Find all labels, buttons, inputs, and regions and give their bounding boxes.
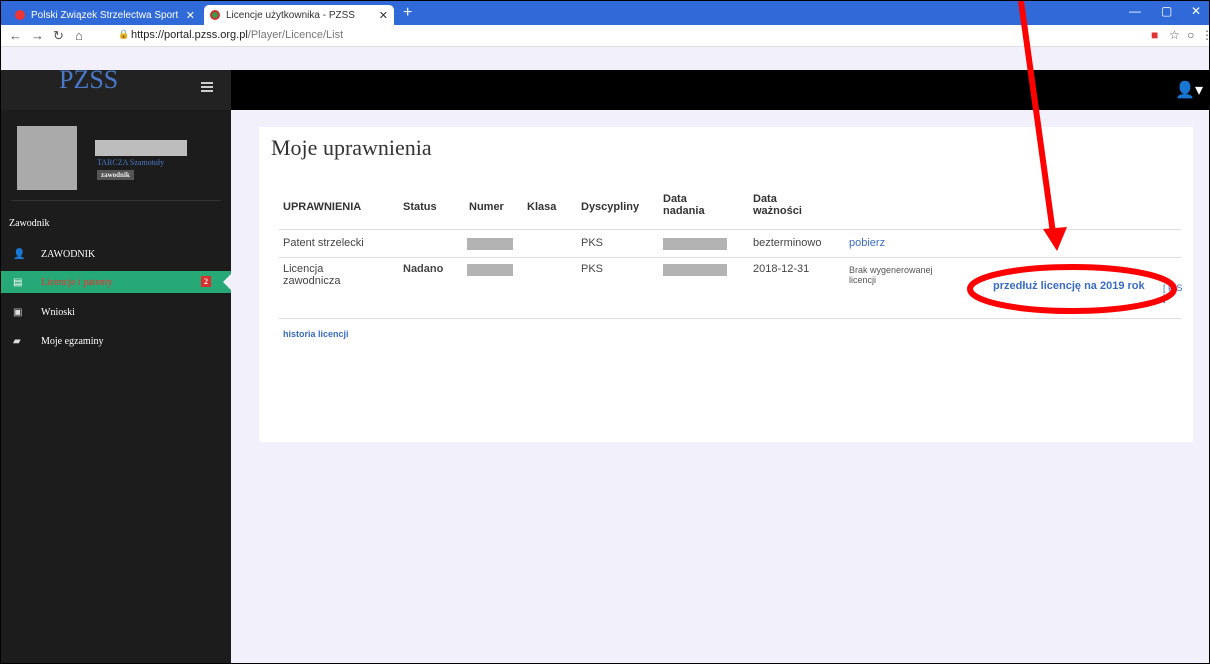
app-topbar: 👤▾ [231,70,1209,110]
maximize-icon[interactable]: ▢ [1161,4,1172,18]
divider [279,257,1181,258]
tab-title: Polski Związek Strzelectwa Sport [31,9,179,21]
url-domain: https://portal.pzss.org.pl [131,29,248,41]
column-header: Klasa [527,201,557,213]
window-close-icon[interactable]: ✕ [1191,4,1201,18]
reload-icon[interactable]: ↻ [53,28,64,44]
cell-uprawnienia: Licencja zawodnicza [283,263,341,287]
history-link[interactable]: historia licencji [283,329,349,339]
browser-window: Polski Związek Strzelectwa Sport ✕ Licen… [0,0,1210,664]
renew-licence-link[interactable]: przedłuż licencję na 2019 rok [993,280,1145,292]
divider [279,229,1181,230]
address-bar: ← → ↻ ⌂ 🔒 https://portal.pzss.org.pl/Pla… [1,25,1209,47]
sidebar-item-label: ZAWODNIK [41,248,96,260]
form-icon: ▣ [13,306,23,318]
minimize-icon[interactable]: — [1129,4,1141,18]
avatar [17,126,77,190]
column-header: Numer [469,201,504,213]
opera-icon[interactable]: ○ [1187,28,1194,42]
sidebar-item-label: Wnioski [41,306,75,318]
user-icon: 👤 [13,248,26,260]
bookmark-star-icon[interactable]: ☆ [1169,28,1180,42]
sidebar-item-label: Moje egzaminy [41,335,104,347]
extra-link[interactable]: [ P S ] [1163,283,1183,303]
close-tab-icon[interactable]: ✕ [379,9,388,22]
licence-note: Brak wygenerowanej licencji [849,265,933,285]
column-header: Data ważności [753,193,802,217]
url-path: /Player/Licence/List [247,29,344,41]
sidebar-item-wnioski[interactable]: ▣ Wnioski [1,301,231,323]
cell-status: Nadano [403,263,444,275]
pzss-favicon-icon [15,10,25,20]
divider [11,200,221,201]
cell-dyscypliny: PKS [581,263,604,275]
column-header: Dyscypliny [581,201,640,213]
back-icon[interactable]: ← [9,28,22,43]
redacted-numer [467,264,513,276]
tab-pzss-home[interactable]: Polski Związek Strzelectwa Sport ✕ [9,5,201,25]
pzss-favicon-icon [210,10,220,20]
active-pointer [223,274,231,290]
close-tab-icon[interactable]: ✕ [186,9,195,22]
sidebar-item-egzaminy[interactable]: ▰ Moje egzaminy [1,330,231,352]
url-field[interactable]: https://portal.pzss.org.pl/Player/Licenc… [131,29,343,41]
tab-licencje[interactable]: Licencje użytkownika - PZSS ✕ [204,5,394,25]
cell-waznosc: bezterminowo [753,237,822,249]
divider [279,318,1181,319]
content-panel: Moje uprawnienia UPRAWNIENIA Status Nume… [259,127,1193,442]
sidebar-item-zawodnik[interactable]: 👤 ZAWODNIK [1,243,231,265]
home-icon[interactable]: ⌂ [75,28,83,43]
user-club: TARCZA Szamotuły [97,158,165,167]
sidebar-item-licencje[interactable]: ▤ Licencje i patenty 2 [1,271,231,293]
tab-strip: Polski Związek Strzelectwa Sport ✕ Licen… [1,1,1209,25]
hamburger-icon[interactable] [201,80,213,94]
tab-title: Licencje użytkownika - PZSS [226,9,355,21]
logo[interactable]: PZSS [59,65,118,95]
cell-dyscypliny: PKS [581,237,604,249]
page-title: Moje uprawnienia [271,135,432,160]
forward-icon[interactable]: → [31,28,44,43]
count-badge: 2 [201,276,211,287]
role-badge: zawodnik [97,170,134,180]
cell-uprawnienia: Patent strzelecki [283,237,364,249]
column-header: UPRAWNIENIA [283,201,362,213]
section-heading: Zawodnik [9,218,50,229]
column-header: Data nadania [663,193,705,217]
redacted-data-nadania [663,238,727,250]
redacted-numer [467,238,513,250]
redacted-data-nadania [663,264,727,276]
lock-icon: 🔒 [118,29,130,39]
column-header: Status [403,201,437,213]
id-card-icon: ▤ [13,276,23,288]
extension-icon[interactable]: ■ [1151,28,1158,42]
user-menu-icon[interactable]: 👤▾ [1175,80,1203,100]
pobierz-link[interactable]: pobierz [849,237,885,249]
new-tab-button[interactable]: + [403,4,412,22]
menu-dots-icon[interactable]: ⋮ [1201,28,1209,42]
cell-waznosc: 2018-12-31 [753,263,810,275]
sidebar-item-label: Licencje i patenty [41,276,113,288]
sidebar-header: PZSS [1,65,231,110]
name-redacted [95,140,187,156]
book-icon: ▰ [13,335,21,347]
sidebar: PZSS TARCZA Szamotuły zawodnik Zawodnik … [1,65,231,663]
